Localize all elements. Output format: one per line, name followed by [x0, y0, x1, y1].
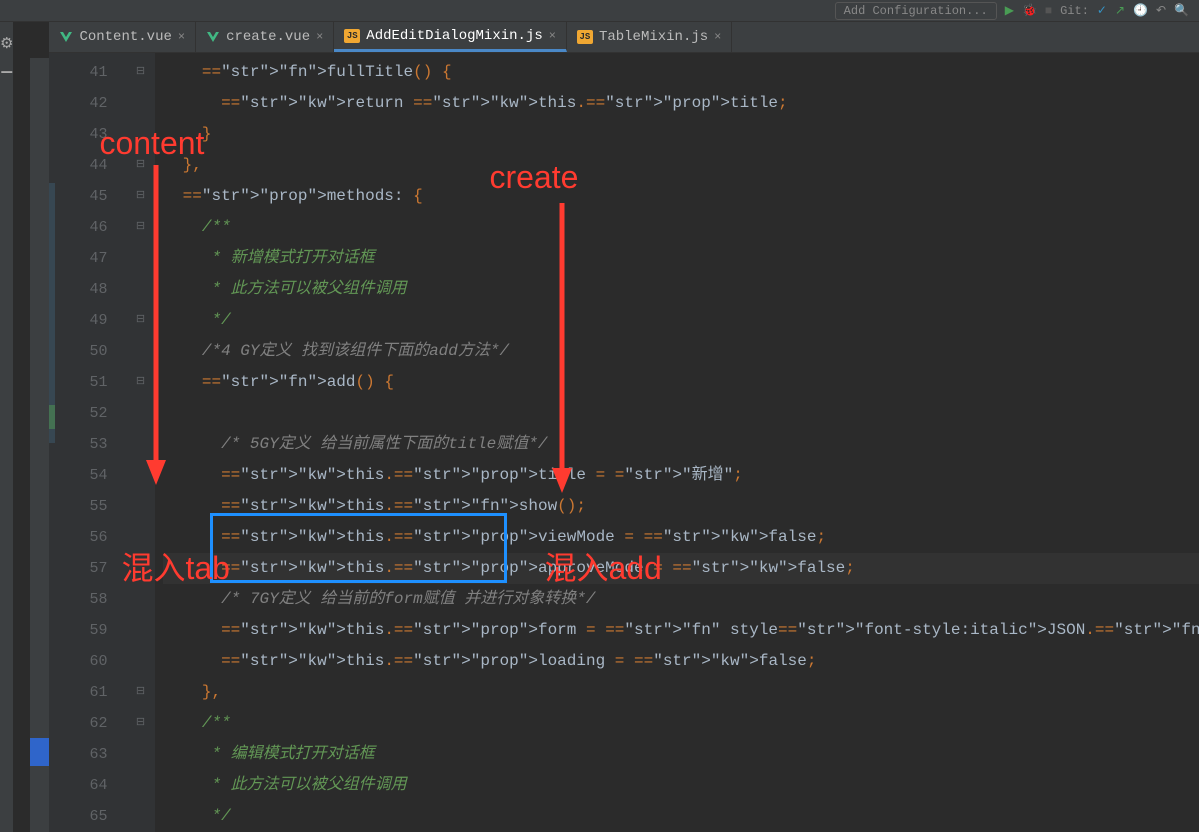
js-icon: JS — [344, 29, 360, 43]
code-content[interactable]: =="str">"fn">fullTitle() { =="str">"kw">… — [155, 53, 1199, 832]
tab-label: TableMixin.js — [599, 29, 708, 45]
debug-icon[interactable]: 🐞 — [1022, 3, 1037, 18]
tab-create-vue[interactable]: create.vue × — [196, 22, 334, 52]
close-icon[interactable]: × — [549, 29, 556, 43]
editor-tabs: Content.vue × create.vue × JS AddEditDia… — [49, 22, 1199, 53]
git-push-icon[interactable]: ↗ — [1115, 3, 1125, 18]
tab-addeditdialogmixin-js[interactable]: JS AddEditDialogMixin.js × — [334, 22, 567, 52]
stop-icon: ■ — [1045, 4, 1052, 18]
tab-label: Content.vue — [79, 29, 171, 45]
tab-label: AddEditDialogMixin.js — [366, 28, 542, 44]
close-icon[interactable]: × — [714, 30, 721, 44]
left-tool-gutter: ⚙ — — [0, 22, 13, 832]
tab-content-vue[interactable]: Content.vue × — [49, 22, 196, 52]
code-editor[interactable]: 4142434445464748495051525354555657585960… — [49, 53, 1199, 832]
run-config-dropdown[interactable]: Add Configuration... — [835, 2, 997, 20]
gear-icon[interactable]: ⚙ — [0, 34, 13, 53]
tab-label: create.vue — [226, 29, 310, 45]
git-label: Git: — [1060, 4, 1089, 18]
close-icon[interactable]: × — [316, 30, 323, 44]
run-icon[interactable]: ▶ — [1005, 3, 1014, 18]
fold-gutter[interactable]: ⊟⊟⊟⊟⊟⊟⊟⊟ — [125, 53, 155, 832]
git-update-icon[interactable]: ✓ — [1097, 3, 1107, 18]
line-number-gutter[interactable]: 4142434445464748495051525354555657585960… — [55, 53, 125, 832]
js-icon: JS — [577, 30, 593, 44]
git-revert-icon[interactable]: ↶ — [1156, 3, 1166, 18]
hide-panel-icon[interactable]: — — [1, 63, 12, 83]
tab-tablemixin-js[interactable]: JS TableMixin.js × — [567, 22, 732, 52]
vue-icon — [206, 30, 220, 44]
close-icon[interactable]: × — [178, 30, 185, 44]
top-toolbar: Add Configuration... ▶ 🐞 ■ Git: ✓ ↗ 🕘 ↶ … — [0, 0, 1199, 22]
git-history-icon[interactable]: 🕘 — [1133, 3, 1148, 18]
search-icon[interactable]: 🔍 — [1174, 3, 1189, 18]
vue-icon — [59, 30, 73, 44]
vcs-change-marker — [49, 53, 55, 832]
